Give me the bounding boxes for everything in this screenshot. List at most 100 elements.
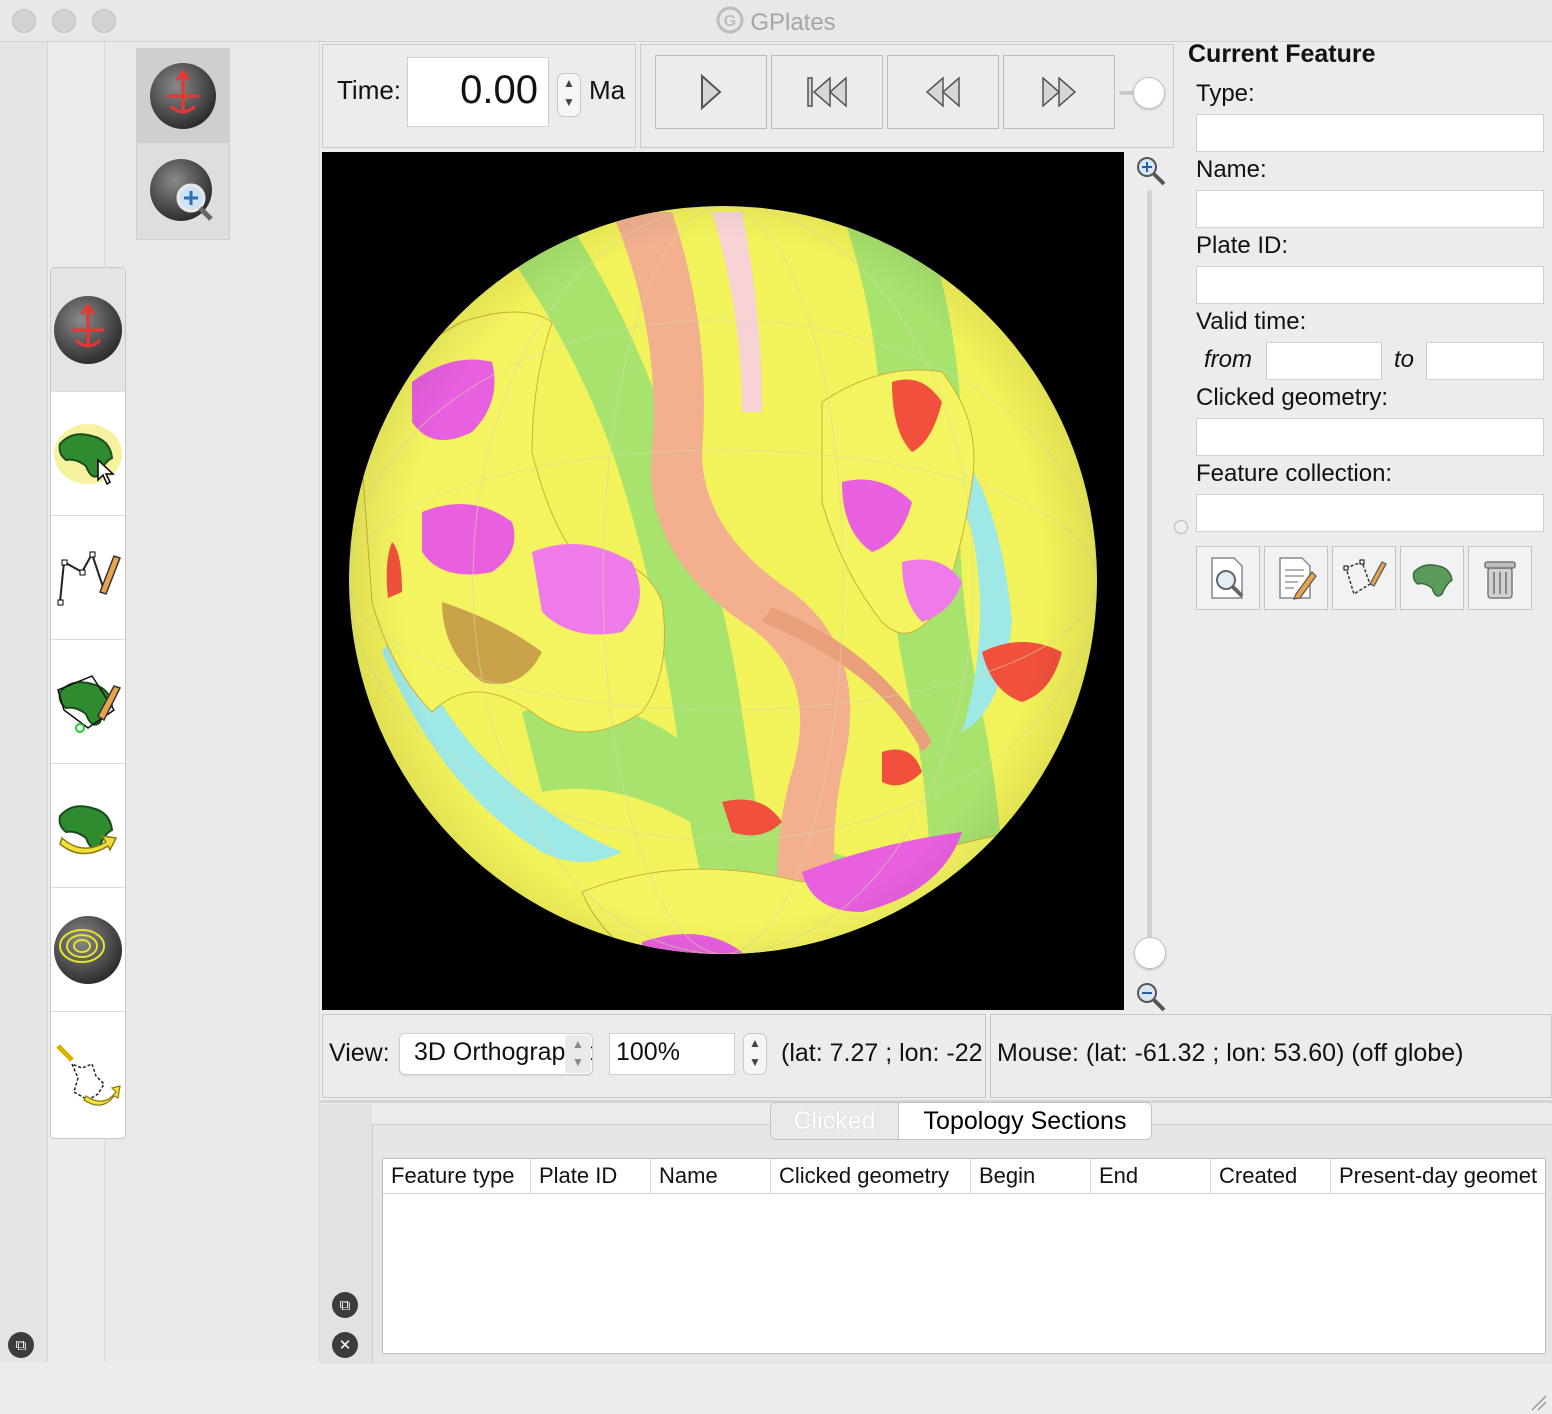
- globe-view: [349, 206, 1097, 954]
- delete-feature-button[interactable]: [1468, 546, 1532, 610]
- time-control-panel: Time: 0.00 ▲ ▼ Ma: [322, 44, 636, 148]
- camera-coordinates: (lat: 7.27 ; lon: -22: [781, 1039, 983, 1067]
- svg-text:G: G: [724, 13, 736, 30]
- drag-globe-tool-button[interactable]: [137, 49, 229, 143]
- small-circle-icon: [54, 915, 122, 984]
- column-plate-id[interactable]: Plate ID: [531, 1159, 651, 1193]
- valid-to-field[interactable]: [1426, 342, 1544, 380]
- column-name[interactable]: Name: [651, 1159, 771, 1193]
- tool-options-panel: [104, 42, 320, 1362]
- time-unit-label: Ma: [589, 75, 626, 105]
- choose-feature-tool-button[interactable]: [51, 392, 125, 516]
- zoom-slider-handle[interactable]: [1134, 937, 1166, 969]
- window-title: GPlates: [750, 9, 836, 36]
- zoom-globe-tool-button[interactable]: [137, 145, 229, 239]
- step-forward-icon: [1042, 76, 1077, 108]
- edit-feature-button[interactable]: [1264, 546, 1328, 610]
- current-feature-title: Current Feature: [1188, 40, 1376, 68]
- mouse-coordinates: Mouse: (lat: -61.32 ; lon: 53.60) (off g…: [997, 1039, 1464, 1067]
- column-clicked-geometry[interactable]: Clicked geometry: [771, 1159, 971, 1193]
- small-circle-tool-button[interactable]: [51, 888, 125, 1012]
- play-icon: [701, 73, 722, 111]
- reconstruction-time-input[interactable]: 0.00: [407, 57, 549, 127]
- plate-id-field[interactable]: [1196, 266, 1544, 304]
- tab-clicked[interactable]: Clicked: [771, 1103, 899, 1139]
- canvas-tools-toolbar: [50, 267, 126, 1139]
- clicked-geometry-field[interactable]: [1196, 418, 1544, 456]
- edit-feature-geometry-tool-button[interactable]: [51, 640, 125, 764]
- drag-globe-main-tool-button[interactable]: [51, 268, 125, 392]
- animation-slider-handle[interactable]: [1133, 77, 1165, 109]
- projection-select[interactable]: 3D Orthographic: [399, 1033, 593, 1075]
- view-tools-toolbar: [136, 48, 230, 240]
- reconstruction-pole-button[interactable]: [1400, 546, 1464, 610]
- query-feature-button[interactable]: [1196, 546, 1260, 610]
- digitise-geometry-icon: [57, 551, 121, 605]
- close-dock-icon[interactable]: ✕: [332, 1332, 358, 1358]
- name-label: Name:: [1196, 156, 1267, 183]
- feature-collection-field[interactable]: [1196, 494, 1544, 532]
- column-present-day-geometry[interactable]: Present-day geomet: [1331, 1159, 1545, 1193]
- undock-icon[interactable]: ⧉: [8, 1332, 34, 1358]
- gplates-app-icon: G: [716, 6, 744, 34]
- choose-feature-icon: [54, 423, 122, 485]
- left-dock-strip: [0, 42, 48, 1362]
- edit-feature-geometry-icon: [57, 674, 122, 733]
- type-label: Type:: [1196, 80, 1255, 107]
- zoom-in-icon[interactable]: [1134, 154, 1168, 188]
- skip-to-start-icon: [807, 76, 847, 108]
- feature-table: Feature type Plate ID Name Clicked geome…: [382, 1158, 1546, 1354]
- column-begin[interactable]: Begin: [971, 1159, 1091, 1193]
- column-created[interactable]: Created: [1211, 1159, 1331, 1193]
- edit-feature-icon: [1279, 557, 1317, 600]
- query-feature-icon: [1211, 557, 1244, 599]
- age-grid-raster: [349, 206, 1097, 954]
- step-forward-button[interactable]: [1003, 55, 1115, 129]
- zoom-out-icon[interactable]: [1134, 980, 1168, 1014]
- results-tab-bar: Clicked Topology Sections: [770, 1102, 1152, 1140]
- edit-geometry-button[interactable]: [1332, 546, 1396, 610]
- valid-to-label: to: [1394, 346, 1415, 373]
- digitise-geometry-tool-button[interactable]: [51, 516, 125, 640]
- step-back-button[interactable]: [887, 55, 999, 129]
- mouse-status-panel: Mouse: (lat: -61.32 ; lon: 53.60) (off g…: [990, 1014, 1552, 1098]
- build-topology-icon: [56, 1044, 121, 1106]
- reconstruction-pole-icon: [1412, 564, 1453, 597]
- move-feature-tool-button[interactable]: [51, 764, 125, 888]
- zoom-percent-input[interactable]: 100%: [609, 1033, 735, 1075]
- reset-to-start-button[interactable]: [771, 55, 883, 129]
- dock-side-bar: [320, 1104, 372, 1364]
- drag-globe-icon: [150, 63, 216, 129]
- valid-from-label: from: [1204, 346, 1252, 373]
- valid-time-label: Valid time:: [1196, 308, 1307, 335]
- zoom-slider-track: [1147, 190, 1152, 970]
- clicked-geometry-label: Clicked geometry:: [1196, 384, 1389, 411]
- trash-icon: [1484, 561, 1516, 599]
- window-title-bar: G GPlates: [0, 0, 1552, 42]
- table-header: Feature type Plate ID Name Clicked geome…: [383, 1159, 1545, 1194]
- play-button[interactable]: [655, 55, 767, 129]
- animation-control-panel: [640, 44, 1174, 148]
- plate-id-label: Plate ID:: [1196, 232, 1289, 259]
- name-field[interactable]: [1196, 190, 1544, 228]
- float-dock-icon[interactable]: ⧉: [332, 1292, 358, 1318]
- step-back-icon: [925, 76, 960, 108]
- chevron-updown-icon[interactable]: ▲ ▼: [565, 1035, 591, 1073]
- drag-globe-icon: [54, 295, 122, 364]
- build-topology-tool-button[interactable]: [51, 1012, 125, 1136]
- column-feature-type[interactable]: Feature type: [383, 1159, 531, 1193]
- globe-canvas[interactable]: [322, 152, 1124, 1010]
- window-resize-grip-icon[interactable]: [1528, 1392, 1548, 1412]
- column-end[interactable]: End: [1091, 1159, 1211, 1193]
- tab-topology-sections[interactable]: Topology Sections: [899, 1103, 1151, 1139]
- zoom-stepper[interactable]: ▲ ▼: [743, 1033, 767, 1075]
- panel-resize-handle[interactable]: [1174, 520, 1188, 534]
- valid-from-field[interactable]: [1266, 342, 1382, 380]
- edit-geometry-icon: [1343, 559, 1387, 596]
- view-status-panel: View: 3D Orthographic ▲ ▼ 100% ▲ ▼ (lat: 7…: [322, 1014, 986, 1098]
- move-feature-icon: [58, 804, 118, 854]
- type-field[interactable]: [1196, 114, 1544, 152]
- view-label: View:: [329, 1039, 390, 1067]
- time-stepper[interactable]: ▲ ▼: [557, 73, 581, 117]
- time-label: Time:: [337, 75, 402, 105]
